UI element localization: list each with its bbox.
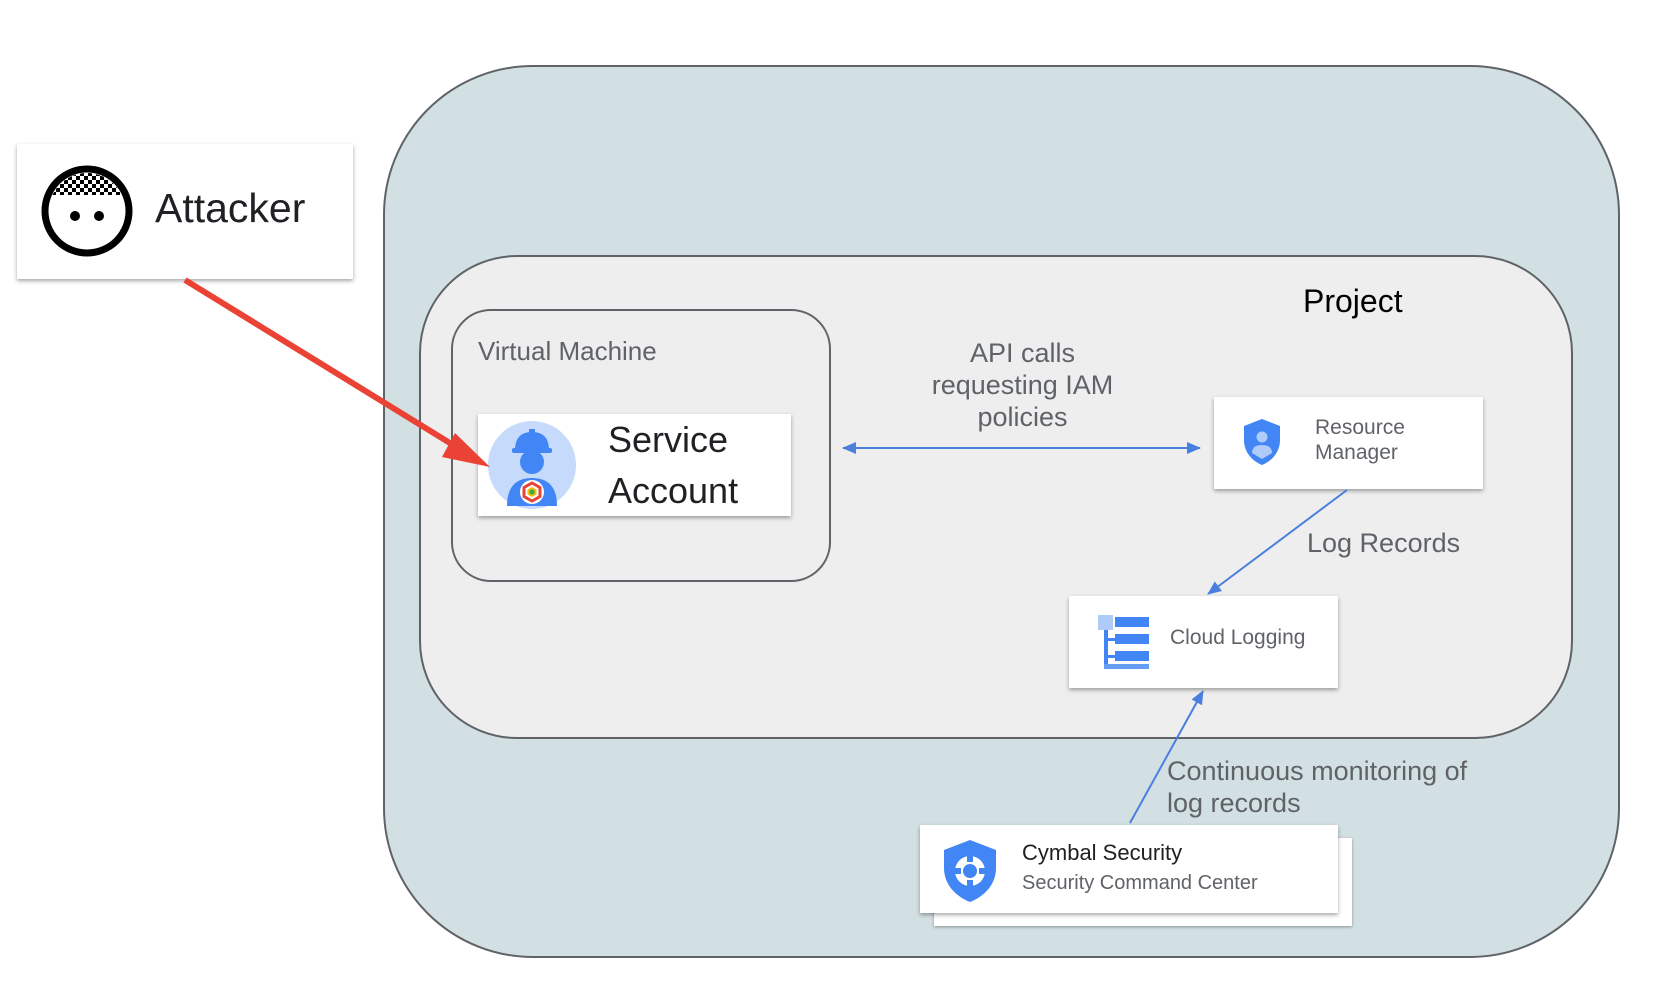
attack-arrow <box>183 277 490 467</box>
monitoring-arrow <box>1129 690 1204 824</box>
log-records-arrow <box>1207 489 1348 595</box>
connector-layer <box>183 277 1348 824</box>
